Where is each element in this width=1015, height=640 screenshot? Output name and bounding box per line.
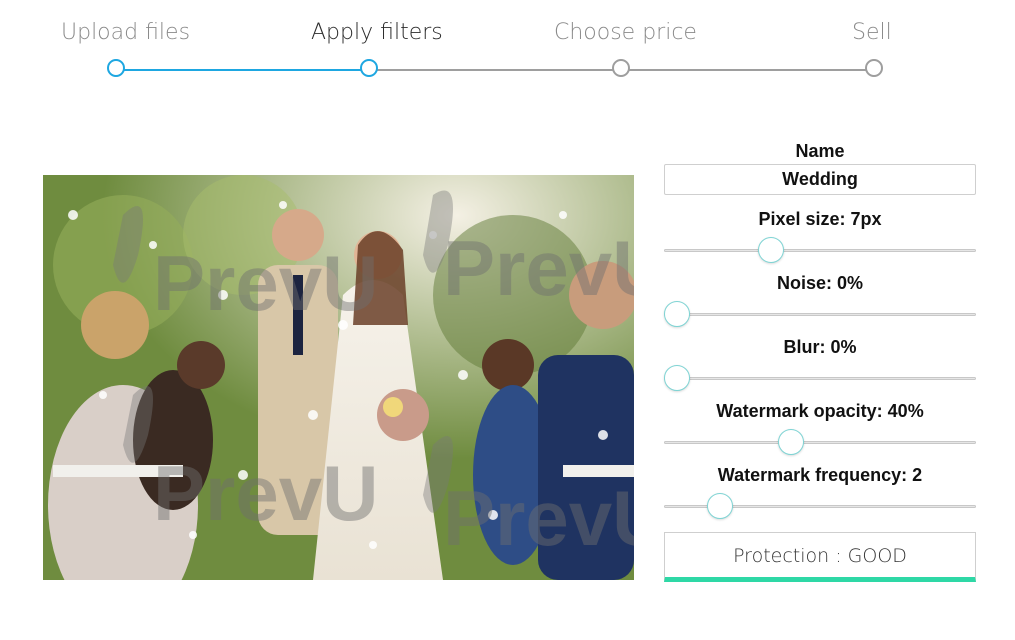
blur-slider[interactable] [664,360,976,398]
slider-track [664,377,976,380]
slider-track [664,249,976,252]
watermark-opacity-label: Watermark opacity: 40% [716,401,924,421]
watermark-opacity-slider[interactable] [664,424,976,462]
step-label-sell[interactable]: Sell [852,20,892,45]
photo-preview: PrevU PrevU PrevU PrevU [43,175,634,580]
step-connector-2 [369,69,621,71]
progress-stepper: Upload files Apply filters Choose price … [0,0,1015,100]
watermark-text-3: PrevU [153,449,378,537]
step-label-upload-files[interactable]: Upload files [61,20,190,45]
noise-label: Noise: 0% [776,273,864,293]
name-label: Name [795,141,845,161]
slider-thumb[interactable] [778,429,805,455]
slider-thumb[interactable] [664,365,690,391]
step-dot-upload-files[interactable] [107,59,125,77]
slider-track [664,441,976,444]
filter-controls: Name Pixel size: 7px Noise: 0% Blur: 0% … [664,138,976,526]
slider-track [664,313,976,316]
wedding-photo: PrevU PrevU PrevU PrevU [43,175,634,580]
pixel-size-slider[interactable] [664,232,976,270]
slider-thumb[interactable] [758,237,785,263]
noise-slider[interactable] [664,296,976,334]
name-input[interactable] [664,164,976,195]
step-connector-1 [117,69,369,71]
step-dot-sell[interactable] [865,59,883,77]
pixel-size-label: Pixel size: 7px [758,209,882,229]
step-connector-3 [621,69,874,71]
protection-status-button[interactable]: Protection : GOOD [664,532,976,582]
blur-label: Blur: 0% [783,337,857,357]
step-dot-apply-filters[interactable] [360,59,378,77]
watermark-frequency-slider[interactable] [664,488,976,526]
watermark-text-4: PrevU [443,474,634,562]
slider-thumb[interactable] [664,301,690,327]
watermark-text-2: PrevU [443,224,634,312]
step-dot-choose-price[interactable] [612,59,630,77]
watermark-text-1: PrevU [153,239,378,327]
step-label-apply-filters[interactable]: Apply filters [311,20,443,45]
watermark-frequency-label: Watermark frequency: 2 [717,465,923,485]
slider-thumb[interactable] [706,493,733,519]
step-label-choose-price[interactable]: Choose price [554,20,697,45]
